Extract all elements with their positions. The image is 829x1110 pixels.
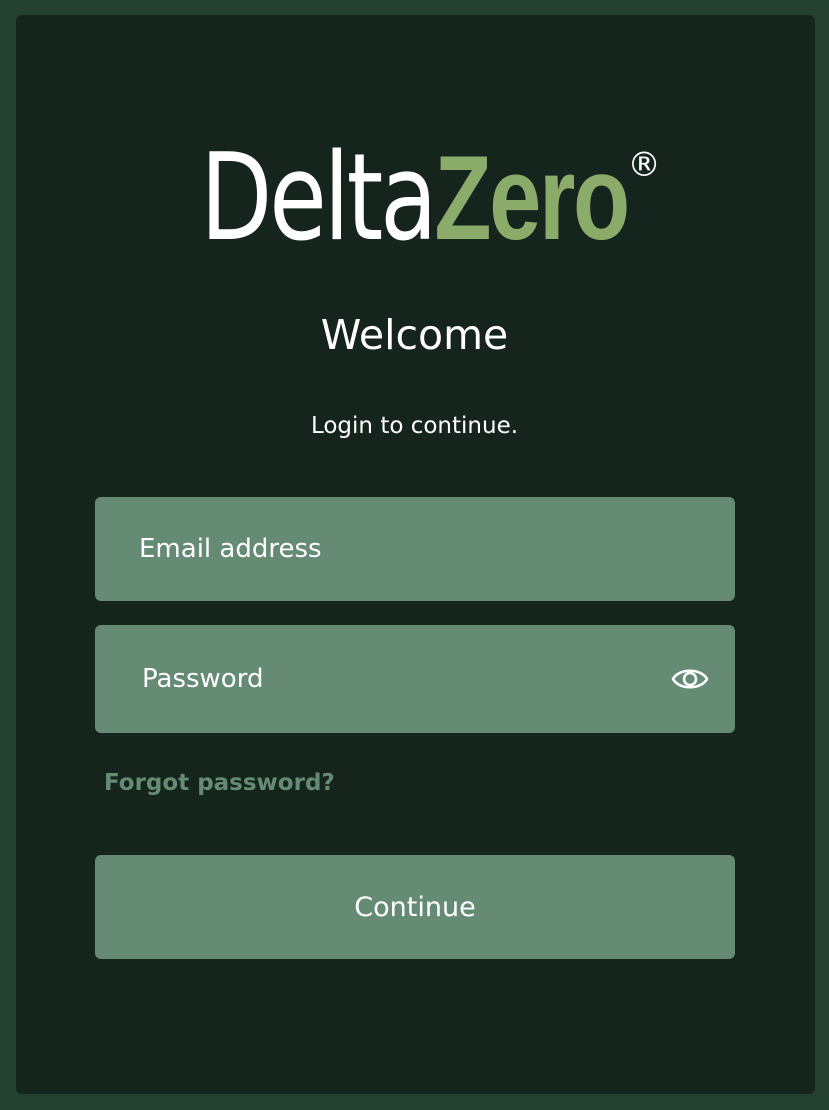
page-title: Welcome xyxy=(320,311,509,359)
continue-button[interactable]: Continue xyxy=(95,855,735,959)
subtitle: Login to continue. xyxy=(310,413,519,439)
email-field[interactable] xyxy=(95,497,735,601)
forgot-password-link[interactable]: Forgot password? xyxy=(104,770,335,796)
email-field-container xyxy=(95,497,735,601)
password-field[interactable] xyxy=(95,625,735,733)
logo-text-zero: Zero xyxy=(434,131,631,265)
eye-icon-graphic xyxy=(671,669,709,689)
registered-mark: ® xyxy=(628,145,662,185)
logo: DeltaZero ® xyxy=(0,138,829,259)
eye-icon[interactable] xyxy=(671,661,709,697)
password-field-container xyxy=(95,625,735,733)
logo-wordmark: DeltaZero ® xyxy=(201,138,662,259)
logo-text-delta: Delta xyxy=(200,129,438,268)
